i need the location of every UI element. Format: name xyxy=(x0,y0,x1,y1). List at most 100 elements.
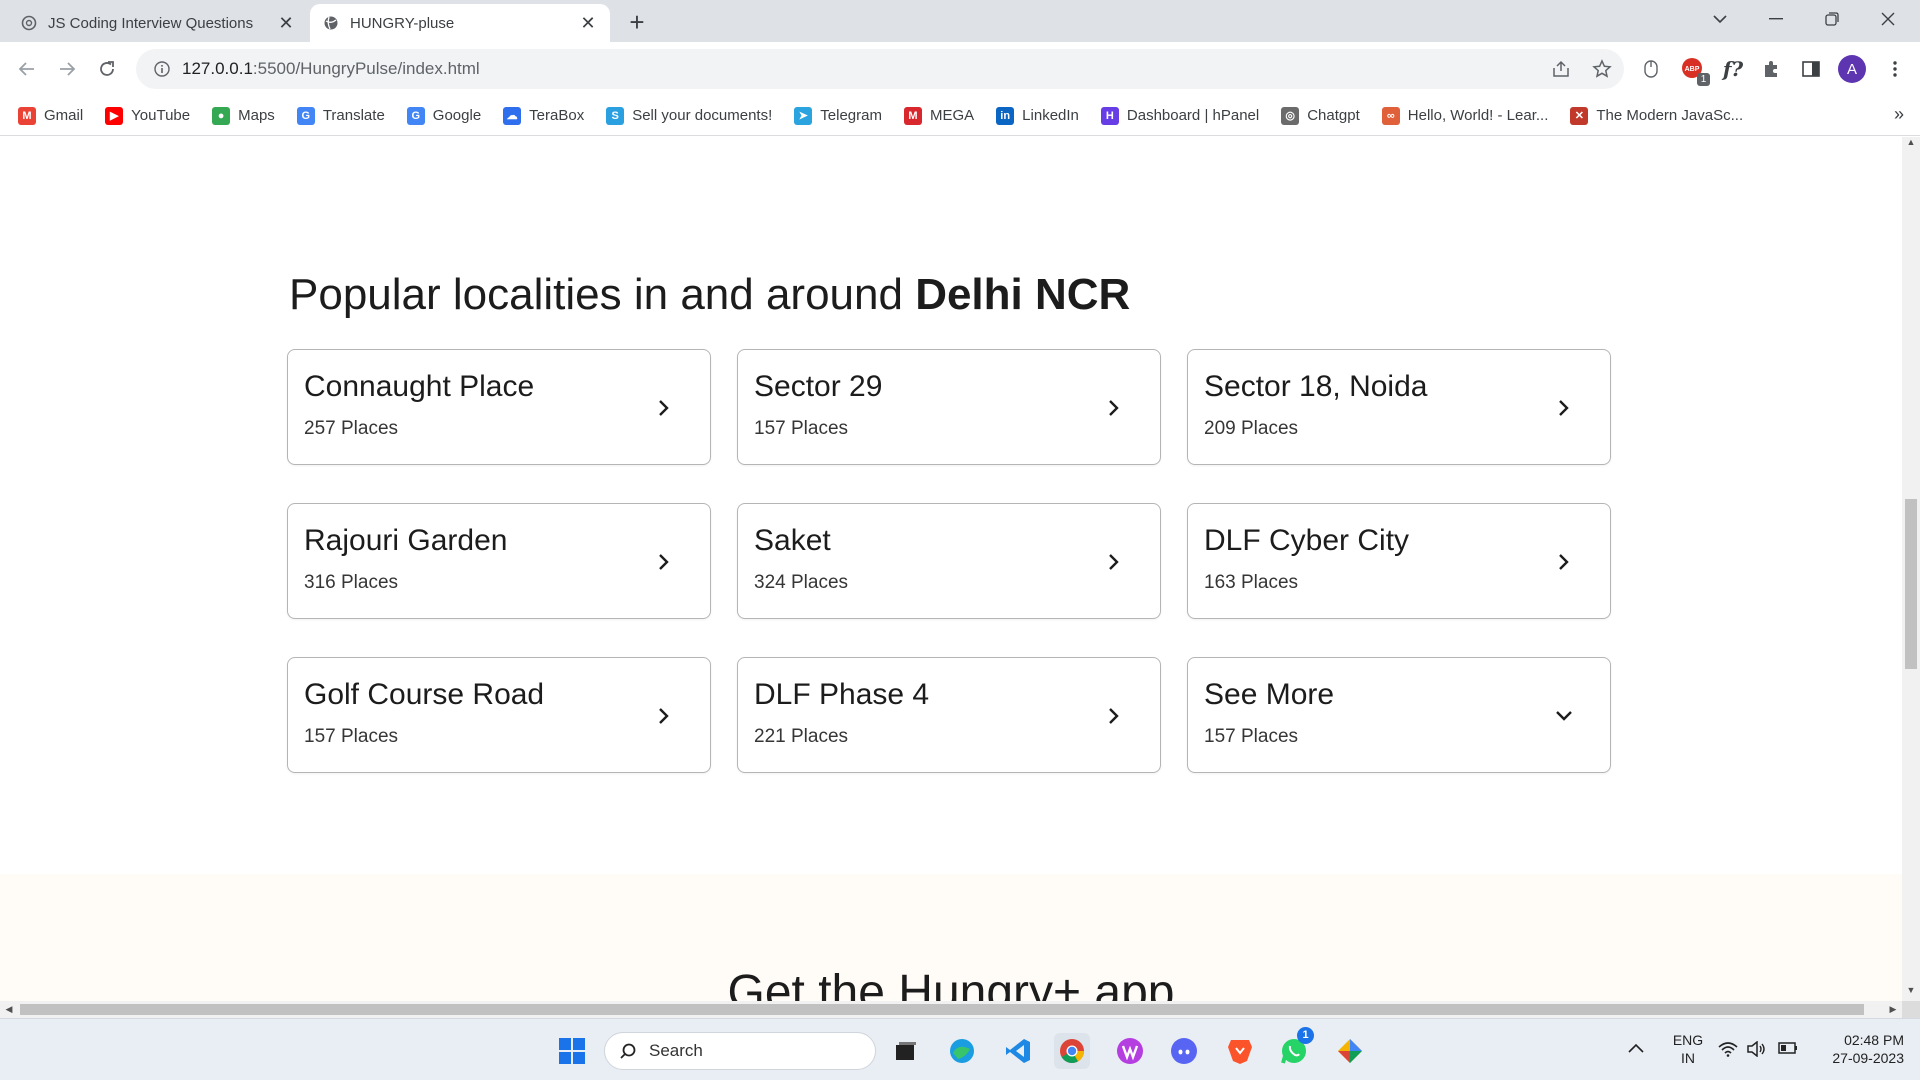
locality-places-count: 157 Places xyxy=(304,726,399,747)
extensions-puzzle-icon[interactable] xyxy=(1756,54,1786,84)
formula-extension-icon[interactable]: f? xyxy=(1718,54,1748,84)
mouse-extension-icon[interactable] xyxy=(1636,54,1666,84)
battery-icon[interactable] xyxy=(1776,1041,1798,1059)
language-indicator[interactable]: ENG IN xyxy=(1668,1031,1708,1067)
whatsapp-badge: 1 xyxy=(1297,1027,1314,1044)
locality-card[interactable]: Sector 29 157 Places xyxy=(737,349,1161,465)
locality-name: DLF Cyber City xyxy=(1204,524,1410,557)
tray-chevron-up-icon[interactable] xyxy=(1628,1039,1644,1057)
bookmark-the-modern-javasc[interactable]: ✕ The Modern JavaSc... xyxy=(1570,106,1743,125)
scroll-right-arrow-icon[interactable]: ▶ xyxy=(1884,1001,1902,1018)
chrome-taskbar-icon[interactable] xyxy=(1054,1033,1090,1069)
locality-places-count: 209 Places xyxy=(1204,418,1299,439)
bookmark-sell-your-documents[interactable]: S Sell your documents! xyxy=(606,106,773,125)
wps-office-icon[interactable] xyxy=(1112,1033,1148,1069)
heading-prefix: Popular localities in and around xyxy=(289,270,916,319)
menu-kebab-icon[interactable] xyxy=(1880,54,1910,84)
telegram-icon: ➤ xyxy=(794,106,813,125)
bookmark-dashboard-hpanel[interactable]: H Dashboard | hPanel xyxy=(1100,106,1260,125)
bookmark-chatgpt[interactable]: ◎ Chatgpt xyxy=(1281,106,1360,125)
windows-start-icon[interactable] xyxy=(554,1033,590,1069)
volume-icon[interactable] xyxy=(1746,1040,1766,1061)
localities-heading: Popular localities in and around Delhi N… xyxy=(289,270,1130,320)
bookmark-translate[interactable]: G Translate xyxy=(296,106,385,125)
bookmark-label: Sell your documents! xyxy=(632,107,773,124)
side-panel-icon[interactable] xyxy=(1796,54,1826,84)
new-tab-button[interactable]: + xyxy=(622,8,652,38)
chevron-down-icon xyxy=(1552,704,1576,728)
close-icon[interactable]: ✕ xyxy=(578,13,598,33)
git-app-icon[interactable] xyxy=(1332,1033,1368,1069)
vertical-scroll-thumb[interactable] xyxy=(1905,499,1917,669)
clock[interactable]: 02:48 PM 27-09-2023 xyxy=(1812,1031,1904,1067)
close-icon[interactable]: ✕ xyxy=(276,13,296,33)
locality-card[interactable]: Sector 18, Noida 209 Places xyxy=(1187,349,1611,465)
windows-taskbar: Search 1 ENG IN 02:48 PM 27-09-2023 xyxy=(0,1018,1920,1080)
locality-card[interactable]: DLF Phase 4 221 Places xyxy=(737,657,1161,773)
bookmark-star-icon[interactable] xyxy=(1592,59,1612,79)
tab-js-coding[interactable]: JS Coding Interview Questions ✕ xyxy=(8,4,308,42)
bookmark-telegram[interactable]: ➤ Telegram xyxy=(794,106,882,125)
adblock-icon[interactable]: ABP 1 xyxy=(1678,54,1710,86)
discord-icon[interactable] xyxy=(1166,1033,1202,1069)
edge-icon[interactable] xyxy=(944,1033,980,1069)
locality-places-count: 316 Places xyxy=(304,572,399,593)
brave-icon[interactable] xyxy=(1222,1033,1258,1069)
bookmark-hello-world-lear[interactable]: ∞ Hello, World! - Lear... xyxy=(1381,106,1549,125)
site-info-icon[interactable] xyxy=(142,61,182,77)
back-button[interactable] xyxy=(10,52,44,86)
whatsapp-icon[interactable]: 1 xyxy=(1276,1027,1314,1069)
bookmark-label: Gmail xyxy=(44,107,84,124)
reload-button[interactable] xyxy=(90,52,124,86)
vscode-icon[interactable] xyxy=(1000,1033,1036,1069)
url-text: 127.0.0.1:5500/HungryPulse/index.html xyxy=(182,59,480,79)
close-window-button[interactable] xyxy=(1860,0,1916,38)
bookmark-linkedin[interactable]: in LinkedIn xyxy=(996,106,1079,125)
locality-card[interactable]: Rajouri Garden 316 Places xyxy=(287,503,711,619)
scroll-left-arrow-icon[interactable]: ◀ xyxy=(0,1001,18,1018)
locality-card[interactable]: Saket 324 Places xyxy=(737,503,1161,619)
globe-icon xyxy=(322,14,340,32)
hostinger-icon: H xyxy=(1100,106,1119,125)
vertical-scrollbar[interactable]: ▲ ▼ xyxy=(1902,137,1920,1001)
locality-card[interactable]: See More 157 Places xyxy=(1187,657,1611,773)
bookmark-maps[interactable]: ● Maps xyxy=(212,106,275,125)
profile-avatar[interactable]: A xyxy=(1838,55,1866,83)
bookmark-terabox[interactable]: ☁ TeraBox xyxy=(503,106,584,125)
locality-card[interactable]: DLF Cyber City 163 Places xyxy=(1187,503,1611,619)
bookmark-gmail[interactable]: M Gmail xyxy=(18,106,84,125)
share-icon[interactable] xyxy=(1551,59,1571,79)
task-view-icon[interactable] xyxy=(888,1033,924,1069)
minimize-button[interactable] xyxy=(1748,0,1804,38)
locality-card[interactable]: Connaught Place 257 Places xyxy=(287,349,711,465)
scroll-down-arrow-icon[interactable]: ▼ xyxy=(1902,985,1920,1001)
clock-time: 02:48 PM xyxy=(1844,1032,1904,1048)
bookmark-mega[interactable]: M MEGA xyxy=(903,106,974,125)
tab-title: JS Coding Interview Questions xyxy=(48,14,254,32)
tab-search-icon[interactable] xyxy=(1692,0,1748,38)
youtube-icon: ▶ xyxy=(105,106,124,125)
bookmark-label: Hello, World! - Lear... xyxy=(1407,107,1549,124)
restore-button[interactable] xyxy=(1804,0,1860,38)
bookmark-label: Maps xyxy=(238,107,275,124)
wifi-icon[interactable] xyxy=(1718,1041,1738,1061)
horizontal-scrollbar[interactable]: ◀ ▶ xyxy=(0,1001,1902,1018)
locality-name: Connaught Place xyxy=(304,370,535,403)
forward-button[interactable] xyxy=(50,52,84,86)
maps-icon: ● xyxy=(212,106,231,125)
tab-title: HUNGRY-pluse xyxy=(350,14,455,32)
url-host: 127.0.0.1 xyxy=(182,59,253,78)
taskbar-search-input[interactable]: Search xyxy=(604,1032,876,1070)
locality-name: Rajouri Garden xyxy=(304,524,508,557)
bookmark-google[interactable]: G Google xyxy=(406,106,481,125)
locality-card[interactable]: Golf Course Road 157 Places xyxy=(287,657,711,773)
bookmark-youtube[interactable]: ▶ YouTube xyxy=(105,106,190,125)
bookmarks-overflow-icon[interactable]: » xyxy=(1894,104,1904,125)
locality-name: See More xyxy=(1204,678,1335,711)
scroll-up-arrow-icon[interactable]: ▲ xyxy=(1902,137,1920,153)
tab-hungry-pluse[interactable]: HUNGRY-pluse ✕ xyxy=(310,4,610,42)
bookmark-label: Dashboard | hPanel xyxy=(1126,107,1260,124)
address-bar[interactable]: 127.0.0.1:5500/HungryPulse/index.html xyxy=(136,49,1624,89)
chatgpt-icon xyxy=(20,14,38,32)
horizontal-scroll-thumb[interactable] xyxy=(20,1004,1864,1015)
